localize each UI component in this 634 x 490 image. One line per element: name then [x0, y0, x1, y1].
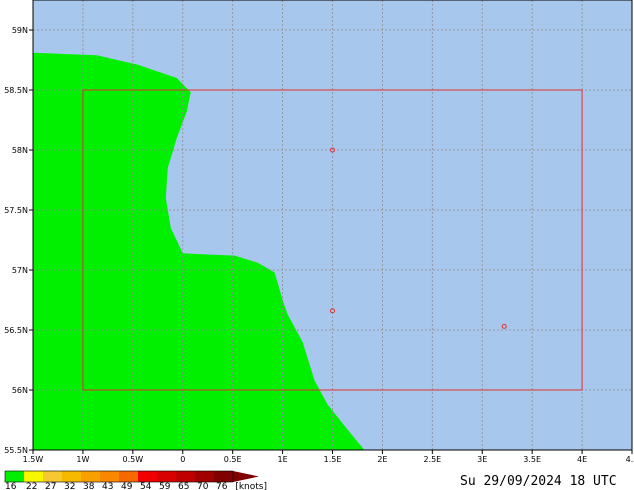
legend-label: 76 [216, 482, 228, 490]
legend-label: 27 [45, 482, 56, 490]
x-tick-label: 1E [278, 455, 288, 464]
legend-label: 16 [5, 482, 17, 490]
x-tick-label: 1.5W [23, 455, 44, 464]
valid-time-label: Su 29/09/2024 18 UTC [460, 474, 617, 489]
legend-swatch [100, 471, 119, 482]
legend-label: 38 [83, 482, 95, 490]
x-tick-label: 1.5E [324, 455, 342, 464]
y-tick-label: 58.5N [4, 86, 28, 95]
x-tick-label: 4E [577, 455, 587, 464]
legend-label: 54 [140, 482, 152, 490]
y-tick-label: 58N [12, 146, 28, 155]
x-tick-label: 0 [180, 455, 185, 464]
legend-swatch [5, 471, 24, 482]
x-tick-label: 0.5E [224, 455, 242, 464]
legend-swatch [176, 471, 195, 482]
legend-unit-label: [knots] [235, 482, 267, 490]
x-tick-label: 2E [377, 455, 387, 464]
legend-label: 70 [197, 482, 209, 490]
legend-swatch [62, 471, 81, 482]
y-tick-label: 59N [12, 26, 28, 35]
legend-label: 49 [121, 482, 133, 490]
legend-arrow-icon [233, 471, 259, 482]
legend-swatch [195, 471, 214, 482]
legend-swatch [24, 471, 43, 482]
x-tick-label: 2.5E [423, 455, 441, 464]
y-tick-label: 55.5N [4, 446, 28, 455]
wind-speed-legend: [knots] 16 22 27 32 38 43 49 54 59 65 70 76 [4, 470, 267, 490]
legend-swatch [119, 471, 138, 482]
x-tick-label: 3E [477, 455, 487, 464]
x-tick-label: 4.5 [626, 455, 634, 464]
legend-swatch [157, 471, 176, 482]
map-area [32, 0, 633, 451]
legend-label: 65 [178, 482, 189, 490]
legend-swatch [81, 471, 100, 482]
x-tick-label: 1W [76, 455, 89, 464]
legend-label: 22 [26, 482, 37, 490]
y-tick-label: 57N [12, 266, 28, 275]
legend-swatch [43, 471, 62, 482]
x-tick-label: 0.5W [123, 455, 144, 464]
y-tick-label: 56.5N [4, 326, 28, 335]
legend-label: 32 [64, 482, 75, 490]
legend-label: 59 [159, 482, 171, 490]
x-tick-label: 3.5E [523, 455, 541, 464]
legend-label: 43 [102, 482, 113, 490]
y-tick-label: 57.5N [4, 206, 28, 215]
legend-swatch [214, 471, 233, 482]
y-tick-label: 56N [12, 386, 28, 395]
weather-map: 59N 58.5N 58N 57.5N 57N 56.5N 56N 55.5N1.5W 1W 0.… [4, 0, 634, 490]
legend-swatch [138, 471, 157, 482]
